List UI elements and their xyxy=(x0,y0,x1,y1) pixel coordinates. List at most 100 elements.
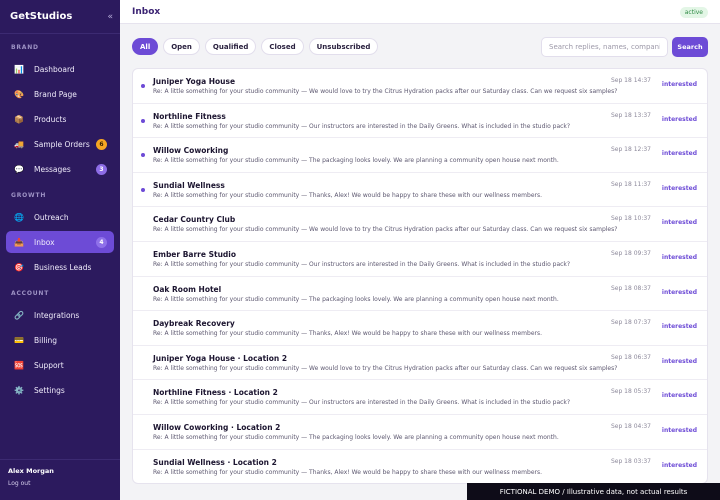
sidebar-item-label: Messages xyxy=(34,164,71,174)
message-status-tag: interested xyxy=(661,184,697,192)
sidebar-section-label: GROWTH xyxy=(11,192,47,199)
message-sender: Juniper Yoga House xyxy=(153,77,236,86)
count-badge: 4 xyxy=(96,236,107,248)
message-row[interactable]: Northline Fitness Re: A little something … xyxy=(133,104,707,139)
status-badge: active xyxy=(679,7,708,18)
sidebar-item-outreach[interactable]: 🌐 Outreach xyxy=(6,206,114,228)
palette-icon: 🎨 xyxy=(14,89,24,99)
message-snippet: Re: A little something for your studio c… xyxy=(153,88,618,95)
message-time: Sep 18 04:37 xyxy=(610,422,651,430)
sidebar-item-messages[interactable]: 💬 Messages 3 xyxy=(6,158,114,180)
globe-icon: 🌐 xyxy=(14,212,24,222)
count-badge: 3 xyxy=(96,163,107,175)
sidebar-item-inbox[interactable]: 📥 Inbox 4 xyxy=(6,231,114,253)
collapse-sidebar-icon[interactable]: « xyxy=(107,12,113,22)
card-icon: 💳 xyxy=(14,335,24,345)
message-row[interactable]: Ember Barre Studio Re: A little something… xyxy=(133,242,707,277)
sos-icon: 🆘 xyxy=(14,360,24,370)
sidebar-item-settings[interactable]: ⚙️ Settings xyxy=(6,379,114,401)
message-row[interactable]: Willow Coworking Re: A little something f… xyxy=(133,138,707,173)
message-snippet: Re: A little something for your studio c… xyxy=(153,226,618,234)
sidebar-item-label: Billing xyxy=(34,335,57,345)
user-name: Alex Morgan xyxy=(8,467,54,475)
filter-all[interactable]: All xyxy=(132,38,159,55)
filter-unsubscribed[interactable]: Unsubscribed xyxy=(308,38,379,55)
filter-closed[interactable]: Closed xyxy=(261,38,304,55)
sidebar: GetStudios « BRAND 📊 Dashboard 🎨 Brand Page 📦… xyxy=(0,0,120,500)
message-snippet: Re: A little something for your studio c… xyxy=(153,399,571,407)
box-icon: 📦 xyxy=(14,114,24,124)
filter-qualified[interactable]: Qualified xyxy=(204,38,257,55)
sidebar-item-label: Sample Orders xyxy=(34,139,90,149)
sidebar-divider xyxy=(0,459,120,460)
sidebar-item-label: Inbox xyxy=(34,237,55,247)
message-status-tag: interested xyxy=(661,426,697,434)
filter-open[interactable]: Open xyxy=(163,38,200,55)
message-time: Sep 18 10:37 xyxy=(610,215,651,223)
message-status-tag: interested xyxy=(661,253,697,261)
message-snippet: Re: A little something for your studio c… xyxy=(153,295,559,303)
sidebar-item-dashboard[interactable]: 📊 Dashboard xyxy=(6,58,114,80)
unread-dot xyxy=(141,118,145,123)
message-time: Sep 18 09:37 xyxy=(610,249,651,257)
message-status-tag: interested xyxy=(661,357,697,365)
message-sender: Oak Room Hotel xyxy=(153,284,222,294)
message-sender: Willow Coworking · Location 2 xyxy=(153,422,281,432)
sidebar-item-label: Settings xyxy=(34,385,65,395)
message-time: Sep 18 12:37 xyxy=(610,146,651,154)
message-status-tag: interested xyxy=(661,323,697,331)
message-snippet: Re: A little something for your studio c… xyxy=(153,157,559,165)
message-row[interactable]: Willow Coworking · Location 2 Re: A littl… xyxy=(133,415,707,450)
message-sender: Willow Coworking xyxy=(153,146,229,156)
message-status-tag: interested xyxy=(661,115,697,123)
sidebar-item-label: Brand Page xyxy=(34,89,77,99)
sidebar-item-label: Support xyxy=(34,360,64,370)
app-logo-text: GetStudios xyxy=(10,11,73,22)
unread-dot xyxy=(141,153,145,158)
message-row[interactable]: Sundial Wellness · Location 2 Re: A littl… xyxy=(133,450,707,483)
message-row[interactable]: Northline Fitness · Location 2 Re: A litt… xyxy=(133,380,707,415)
sidebar-item-label: Business Leads xyxy=(34,262,92,272)
message-row[interactable]: Juniper Yoga House Re: A little something… xyxy=(133,69,707,104)
message-time: Sep 18 13:37 xyxy=(610,111,651,119)
message-row[interactable]: Oak Room Hotel Re: A little something for… xyxy=(133,277,707,312)
message-sender: Ember Barre Studio xyxy=(153,249,236,259)
message-row[interactable]: Sundial Wellness Re: A little something f… xyxy=(133,173,707,208)
message-row[interactable]: Daybreak Recovery Re: A little something … xyxy=(133,311,707,346)
message-sender: Sundial Wellness · Location 2 xyxy=(153,457,277,467)
sidebar-item-products[interactable]: 📦 Products xyxy=(6,108,114,130)
sidebar-item-support[interactable]: 🆘 Support xyxy=(6,354,114,376)
message-row[interactable]: Cedar Country Club Re: A little something… xyxy=(133,207,707,242)
message-snippet: Re: A little something for your studio c… xyxy=(153,468,543,476)
message-time: Sep 18 05:37 xyxy=(610,388,651,396)
message-time: Sep 18 11:37 xyxy=(610,180,651,188)
unread-dot xyxy=(141,84,145,88)
count-badge: 6 xyxy=(96,138,107,150)
message-sender: Sundial Wellness xyxy=(153,180,225,190)
message-row[interactable]: Juniper Yoga House · Location 2 Re: A lit… xyxy=(133,346,707,381)
search-button[interactable]: Search xyxy=(672,37,708,57)
truck-icon: 🚚 xyxy=(14,139,24,149)
gear-icon: ⚙️ xyxy=(14,385,24,395)
unread-dot xyxy=(141,187,145,192)
topbar: Inbox active xyxy=(120,0,720,24)
sidebar-item-sample-orders[interactable]: 🚚 Sample Orders 6 xyxy=(6,133,114,155)
message-time: Sep 18 03:37 xyxy=(610,457,651,465)
target-icon: 🎯 xyxy=(14,262,24,272)
message-snippet: Re: A little something for your studio c… xyxy=(153,191,543,199)
message-time: Sep 18 06:37 xyxy=(610,353,651,361)
message-snippet: Re: A little something for your studio c… xyxy=(153,330,543,338)
sidebar-item-label: Integrations xyxy=(34,310,80,320)
sidebar-item-business-leads[interactable]: 🎯 Business Leads xyxy=(6,256,114,278)
sidebar-item-brand-page[interactable]: 🎨 Brand Page xyxy=(6,83,114,105)
sidebar-item-integrations[interactable]: 🔗 Integrations xyxy=(6,304,114,326)
sidebar-item-billing[interactable]: 💳 Billing xyxy=(6,329,114,351)
sidebar-section-label: BRAND xyxy=(11,44,39,51)
search-input[interactable] xyxy=(541,37,668,57)
message-time: Sep 18 08:37 xyxy=(610,284,651,292)
filter-chips: All Open Qualified Closed Unsubscribed xyxy=(132,38,379,55)
brand-header: GetStudios « xyxy=(0,0,120,34)
logout-link[interactable]: Log out xyxy=(8,480,30,487)
message-snippet: Re: A little something for your studio c… xyxy=(153,260,571,268)
message-sender: Cedar Country Club xyxy=(153,215,236,225)
